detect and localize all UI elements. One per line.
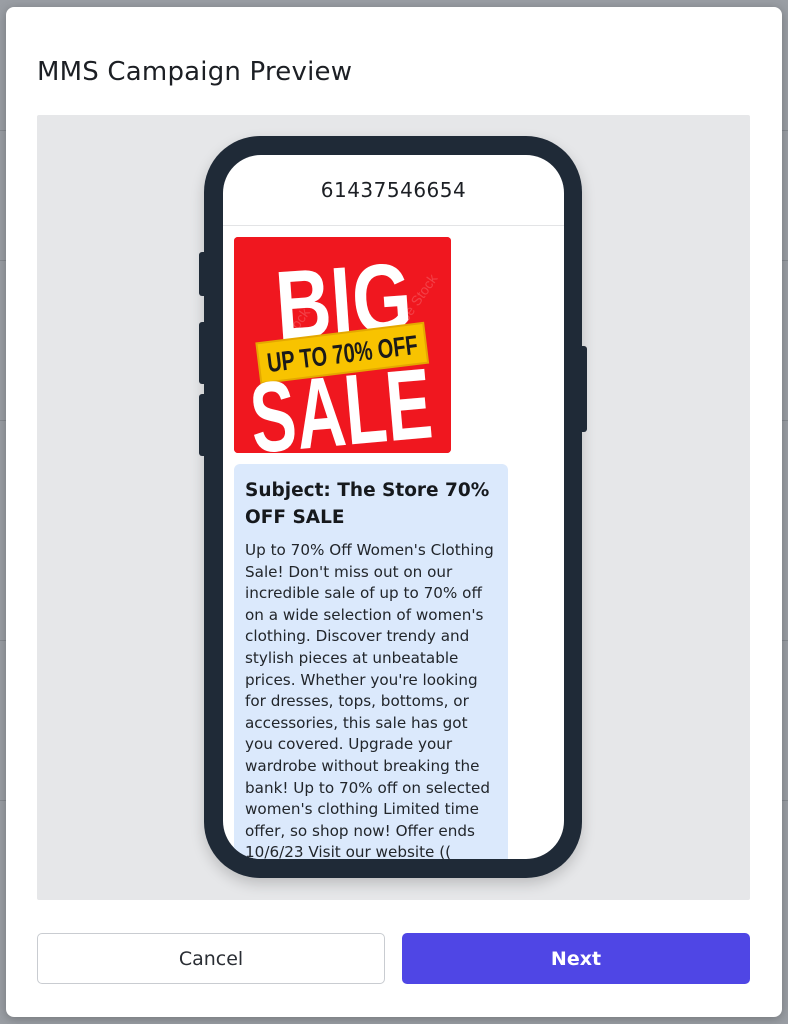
phone-screen: 61437546654 Adobe Stock Adobe Stock BIG (223, 155, 564, 859)
preview-area: 61437546654 Adobe Stock Adobe Stock BIG (37, 115, 750, 900)
phone-volume-up-button (199, 322, 207, 384)
phone-mute-switch (199, 252, 207, 296)
campaign-preview-modal: MMS Campaign Preview 61437546654 Adobe S… (6, 7, 782, 1017)
message-body: Up to 70% Off Women's Clothing Sale! Don… (245, 541, 494, 859)
modal-title: MMS Campaign Preview (37, 57, 353, 87)
big-sale-graphic: Adobe Stock Adobe Stock BIG UP TO 70% OF… (234, 237, 451, 453)
image-line-sale: SALE (246, 349, 436, 453)
message-bubble: Subject: The Store 70% OFF SALE Up to 70… (234, 464, 508, 859)
cancel-button[interactable]: Cancel (37, 933, 385, 984)
phone-volume-down-button (199, 394, 207, 456)
phone-mockup: 61437546654 Adobe Stock Adobe Stock BIG (199, 136, 587, 878)
next-button[interactable]: Next (402, 933, 750, 984)
mms-image: Adobe Stock Adobe Stock BIG UP TO 70% OF… (234, 237, 451, 453)
sender-number: 61437546654 (223, 155, 564, 226)
phone-power-button (579, 346, 587, 432)
message-subject: Subject: The Store 70% OFF SALE (245, 480, 490, 528)
